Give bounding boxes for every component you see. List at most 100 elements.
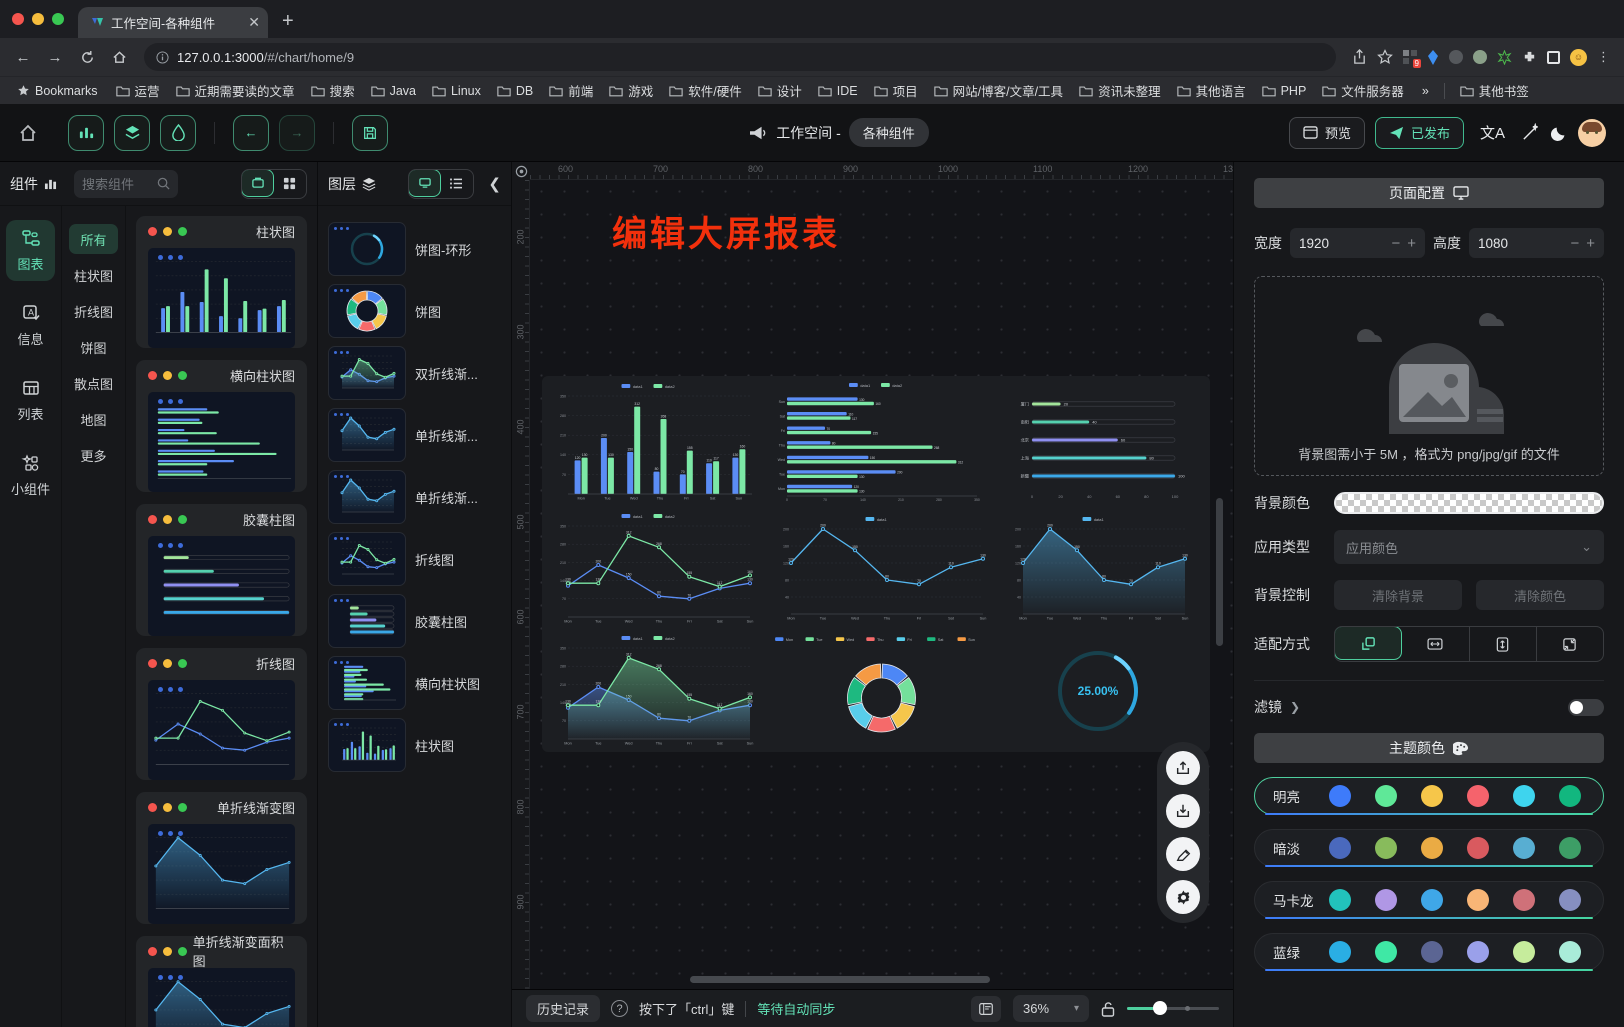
user-avatar[interactable]	[1578, 119, 1606, 147]
category-item[interactable]: 折线图	[69, 296, 118, 326]
width-decrease-icon[interactable]: −	[1391, 235, 1400, 252]
extension-circle2-icon[interactable]	[1473, 50, 1487, 64]
theme-row-明亮[interactable]: 明亮	[1254, 777, 1604, 815]
background-upload-dropzone[interactable]: 背景图需小于 5M ，格式为 png/jpg/gif 的文件	[1254, 276, 1604, 476]
site-info-icon[interactable]	[156, 51, 169, 64]
bookmark-folder[interactable]: 网站/博客/文章/工具	[927, 79, 1070, 102]
url-bar[interactable]: 127.0.0.1:3000/#/chart/home/9	[144, 43, 1336, 71]
edit-action-button[interactable]	[1166, 837, 1200, 871]
layer-item[interactable]: 双折线渐...	[328, 346, 501, 400]
filter-expand-chevron[interactable]: ❯	[1290, 700, 1300, 714]
extension-with-badge-icon[interactable]: 9	[1403, 50, 1417, 64]
sidebar-nav-info[interactable]: A信息	[6, 295, 55, 356]
tab-groups-icon[interactable]	[1547, 51, 1560, 64]
extension-star-icon[interactable]	[1497, 50, 1512, 65]
component-card[interactable]: 胶囊柱图	[136, 504, 307, 636]
category-item[interactable]: 柱状图	[69, 260, 118, 290]
translate-icon[interactable]: 文A	[1480, 122, 1505, 143]
help-icon[interactable]: ?	[611, 1000, 628, 1017]
fit-stretch-button[interactable]	[1537, 627, 1603, 661]
reload-icon[interactable]	[74, 44, 100, 70]
tab-close-icon[interactable]: ✕	[248, 14, 260, 31]
bookmark-folder[interactable]: Java	[364, 82, 423, 100]
vertical-scrollbar[interactable]	[1216, 498, 1223, 646]
layer-item[interactable]: 饼图	[328, 284, 501, 338]
width-increase-icon[interactable]: +	[1407, 235, 1416, 252]
search-input[interactable]: 搜索组件	[74, 170, 178, 198]
panel-layout-icon[interactable]	[971, 996, 1001, 1022]
bookmark-folder[interactable]: 其他语言	[1170, 79, 1253, 102]
layer-item[interactable]: 横向柱状图	[328, 656, 501, 710]
layer-item[interactable]: 饼图-环形	[328, 222, 501, 276]
upload-action-button[interactable]	[1166, 751, 1200, 785]
fit-height-button[interactable]	[1470, 627, 1537, 661]
dark-mode-moon-icon[interactable]	[1550, 124, 1568, 142]
height-decrease-icon[interactable]: −	[1570, 235, 1579, 252]
list-view-button[interactable]	[440, 170, 473, 198]
dashboard-chart-capsule[interactable]: 厦门20南阳40北京60上海80新疆100020406080100	[1006, 383, 1191, 501]
share-icon[interactable]	[1352, 49, 1367, 65]
page-config-header[interactable]: 页面配置	[1254, 178, 1604, 208]
bookmark-folder[interactable]: IDE	[811, 82, 865, 100]
zoom-select[interactable]: 36% ▾	[1013, 995, 1089, 1022]
bookmark-folder[interactable]: PHP	[1255, 82, 1314, 100]
close-window-button[interactable]	[12, 13, 24, 25]
card-preview[interactable]	[148, 536, 295, 636]
dashboard-chart-hbar[interactable]: Mon120130Tue200130Wed150312Thu80268Fri70…	[771, 380, 991, 505]
grid-view-button[interactable]	[273, 170, 306, 198]
component-card[interactable]: 单折线渐变图	[136, 792, 307, 924]
settings-gear-button[interactable]	[1166, 880, 1200, 914]
collapse-panel-chevron[interactable]: ❮	[488, 175, 501, 193]
layer-item[interactable]: 柱状图	[328, 718, 501, 772]
fit-scale-button[interactable]	[1334, 626, 1402, 660]
card-preview[interactable]	[148, 680, 295, 780]
bookmark-folder[interactable]: 前端	[542, 79, 600, 102]
new-tab-button[interactable]: +	[282, 10, 294, 33]
dashboard-chart-line1[interactable]: 40801201602001202001508070110130MonTueWe…	[774, 513, 989, 625]
minimize-window-button[interactable]	[32, 13, 44, 25]
component-card[interactable]: 柱状图	[136, 216, 307, 348]
workspace-name-pill[interactable]: 各种组件	[849, 118, 929, 147]
sidebar-nav-charts[interactable]: 图表	[6, 220, 55, 281]
magic-wand-icon[interactable]	[1521, 123, 1540, 142]
bookmark-folder[interactable]: DB	[490, 82, 540, 100]
canvas-text-element[interactable]: 编辑大屏报表	[612, 206, 840, 257]
component-card[interactable]: 折线图	[136, 648, 307, 780]
home-icon[interactable]	[106, 44, 132, 70]
save-button[interactable]	[352, 115, 388, 151]
clear-background-button[interactable]: 清除背景	[1334, 580, 1462, 610]
download-action-button[interactable]	[1166, 794, 1200, 828]
components-toggle-button[interactable]	[68, 115, 104, 151]
dashboard-artboard[interactable]: 70140210280350120130Mon200130Tue150312We…	[542, 376, 1210, 752]
category-item[interactable]: 更多	[69, 440, 118, 470]
horizontal-scrollbar[interactable]	[690, 976, 990, 983]
card-preview[interactable]	[148, 248, 295, 348]
publish-button[interactable]: 已发布	[1375, 117, 1464, 149]
component-card[interactable]: 单折线渐变面积图	[136, 936, 307, 1027]
bookmark-star-icon[interactable]	[1377, 49, 1393, 65]
category-item[interactable]: 地图	[69, 404, 118, 434]
thumbnail-view-button[interactable]	[408, 169, 441, 197]
extension-circle-icon[interactable]	[1449, 50, 1463, 64]
filter-toggle[interactable]	[1568, 699, 1604, 716]
layer-item[interactable]: 胶囊柱图	[328, 594, 501, 648]
ruler-eye-icon[interactable]	[512, 162, 530, 180]
pin-extension-icon[interactable]	[1427, 50, 1439, 65]
layer-item[interactable]: 折线图	[328, 532, 501, 586]
bookmark-folder[interactable]: 文件服务器	[1315, 79, 1411, 102]
extensions-puzzle-icon[interactable]	[1522, 50, 1537, 65]
single-view-button[interactable]	[241, 169, 274, 197]
height-increase-icon[interactable]: +	[1586, 235, 1595, 252]
component-card[interactable]: 横向柱状图	[136, 360, 307, 492]
card-preview[interactable]	[148, 968, 295, 1027]
bookmark-folder[interactable]: Linux	[425, 82, 488, 100]
sidebar-nav-tables[interactable]: 列表	[6, 370, 55, 431]
profile-avatar[interactable]: ☺	[1570, 49, 1587, 66]
clear-color-button[interactable]: 清除颜色	[1476, 580, 1604, 610]
height-stepper[interactable]: 1080 − +	[1469, 228, 1604, 258]
category-item[interactable]: 散点图	[69, 368, 118, 398]
app-home-icon[interactable]	[18, 123, 38, 143]
editor-canvas[interactable]: 6007008009001000110012001300 20030040050…	[512, 162, 1233, 1027]
maximize-window-button[interactable]	[52, 13, 64, 25]
category-item[interactable]: 饼图	[69, 332, 118, 362]
